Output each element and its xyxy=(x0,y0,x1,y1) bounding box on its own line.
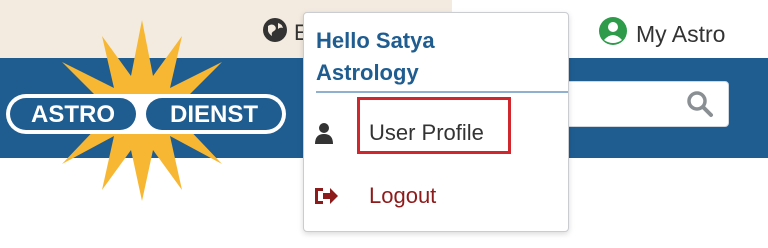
search-box[interactable] xyxy=(560,81,729,127)
menu-item-logout[interactable]: Logout xyxy=(304,176,568,216)
logo-text-dienst: DIENST xyxy=(170,101,258,128)
logout-icon xyxy=(313,185,338,207)
user-greeting: Hello Satya Astrology xyxy=(316,28,435,85)
logo-text-astro: ASTRO xyxy=(31,101,115,128)
astrodienst-logo[interactable]: ASTRO DIENST xyxy=(0,18,300,203)
user-avatar-icon xyxy=(598,16,628,52)
highlight-box xyxy=(357,97,511,154)
search-icon[interactable] xyxy=(686,90,714,123)
menu-item-label: Logout xyxy=(369,183,437,208)
my-astro-link[interactable]: My Astro xyxy=(598,16,725,52)
menu-divider xyxy=(316,91,568,93)
my-astro-label: My Astro xyxy=(636,20,726,47)
user-icon xyxy=(313,122,335,144)
